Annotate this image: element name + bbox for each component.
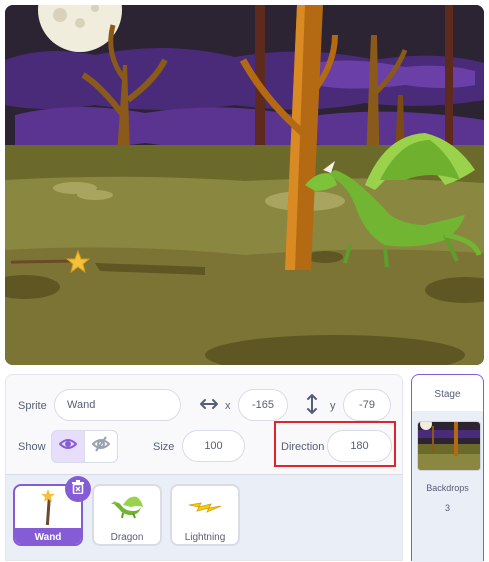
dragon-thumbnail xyxy=(94,486,160,528)
size-value: 100 xyxy=(204,440,223,452)
show-label: Show xyxy=(18,441,46,453)
sprite-tile-label: Wand xyxy=(15,528,81,544)
sprite-tile-label: Dragon xyxy=(110,531,144,543)
show-hidden-button[interactable] xyxy=(84,430,118,463)
backdrops-count: 3 xyxy=(444,503,450,513)
show-visible-button[interactable] xyxy=(51,430,85,463)
sprite-tile-label: Lightning xyxy=(184,531,226,543)
horizontal-arrows-icon xyxy=(199,395,219,413)
size-input[interactable]: 100 xyxy=(182,430,245,462)
sprite-tile-dragon[interactable]: Dragon xyxy=(92,484,162,546)
x-input[interactable]: -165 xyxy=(238,389,288,421)
vertical-arrows-icon xyxy=(305,393,319,415)
y-value: -79 xyxy=(359,399,375,411)
stage-pane-title: Stage xyxy=(434,389,461,400)
direction-label: Direction xyxy=(281,441,325,453)
stage-pane-body: Backdrops 3 xyxy=(412,411,483,562)
backdrops-label: Backdrops xyxy=(426,483,469,493)
size-label: Size xyxy=(153,441,175,453)
trash-icon xyxy=(72,479,84,499)
sprite-tile-lightning[interactable]: Lightning xyxy=(170,484,240,546)
sprite-name-value: Wand xyxy=(67,399,96,411)
x-label: x xyxy=(225,400,231,412)
y-input[interactable]: -79 xyxy=(343,389,391,421)
eye-slash-icon xyxy=(91,436,111,457)
stage-selector-pane[interactable]: Stage Backdrops 3 xyxy=(411,374,484,562)
eye-icon xyxy=(58,437,78,456)
direction-value: 180 xyxy=(350,440,369,452)
sprite-info-panel: Sprite Wand x -165 y -79 Show Size 100 D… xyxy=(5,374,403,474)
direction-input[interactable]: 180 xyxy=(327,430,392,462)
delete-sprite-button[interactable] xyxy=(65,476,91,502)
stage-canvas[interactable] xyxy=(5,5,484,365)
stage-scene xyxy=(5,5,484,365)
sprite-name-input[interactable]: Wand xyxy=(54,389,181,421)
y-label: y xyxy=(330,400,336,412)
sprite-label: Sprite xyxy=(18,400,47,412)
lightning-thumbnail xyxy=(172,486,238,528)
sprite-list: Wand Dragon Lightning xyxy=(5,474,403,561)
x-value: -165 xyxy=(251,399,275,411)
backdrop-thumbnail[interactable] xyxy=(417,421,481,471)
